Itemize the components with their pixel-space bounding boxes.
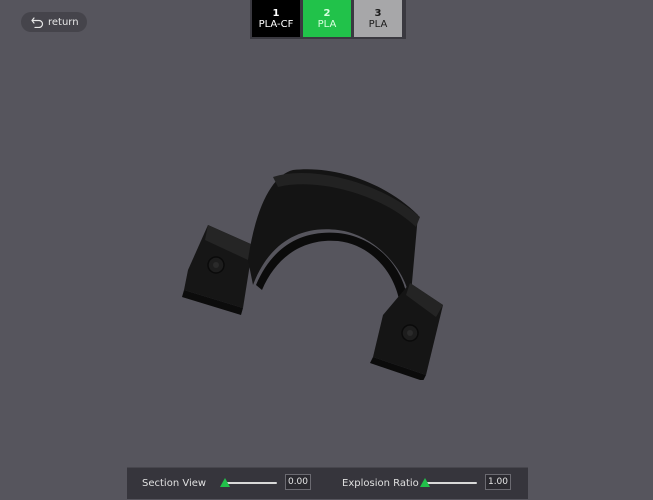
filament-material: PLA-CF [258,18,294,30]
explosion-ratio-value[interactable]: 1.00 [485,474,511,490]
return-button[interactable]: return [21,12,87,32]
section-view-slider[interactable] [220,478,277,487]
filament-number: 1 [272,7,280,19]
filament-material: PLA [317,18,337,30]
filament-number: 2 [323,7,331,19]
filament-slot-1[interactable]: 1 PLA-CF [252,0,300,37]
bottom-control-bar: Section View 0.00 Explosion Ratio 1.00 [127,467,528,499]
section-view-value[interactable]: 0.00 [285,474,311,490]
filament-number: 3 [374,7,382,19]
filament-slot-2[interactable]: 2 PLA [303,0,351,37]
explosion-ratio-slider[interactable] [420,478,477,487]
return-arrow-icon [30,15,44,29]
explosion-ratio-label: Explosion Ratio [342,478,419,489]
3d-model-pipe-clamp[interactable] [178,165,453,380]
section-view-label: Section View [142,478,207,489]
section-view-slider-thumb[interactable] [220,478,230,487]
filament-slot-3[interactable]: 3 PLA [354,0,402,37]
return-label: return [48,16,79,28]
3d-viewport[interactable]: return 1 PLA-CF 2 PLA 3 PLA Section View… [0,0,653,500]
filament-selector: 1 PLA-CF 2 PLA 3 PLA [250,0,406,39]
filament-material: PLA [368,18,388,30]
explosion-ratio-slider-thumb[interactable] [420,478,430,487]
